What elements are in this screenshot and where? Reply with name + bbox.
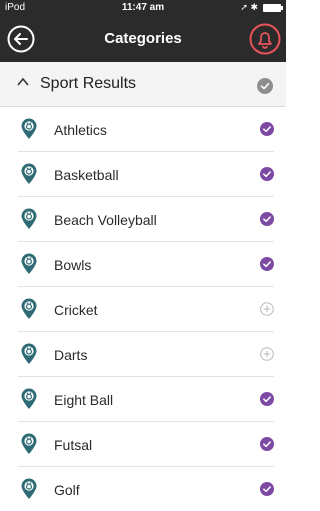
category-row[interactable]: Athletics [18, 107, 274, 152]
category-list: Athletics Basketball Beach Volleyball Bowls… [0, 107, 286, 511]
category-label: Futsal [54, 437, 93, 453]
battery-icon [263, 4, 283, 12]
map-pin-icon [21, 343, 37, 364]
category-label: Cricket [54, 302, 98, 318]
category-label: Darts [54, 347, 88, 363]
map-pin-icon [21, 433, 37, 454]
add-circle-icon[interactable] [260, 302, 274, 316]
check-circle-icon[interactable] [260, 122, 274, 136]
category-row[interactable]: Beach Volleyball [18, 197, 274, 242]
category-label: Athletics [54, 122, 107, 138]
category-row[interactable]: Golf [18, 467, 274, 511]
category-row[interactable]: Eight Ball [18, 377, 274, 422]
notifications-button[interactable] [249, 23, 281, 55]
category-label: Eight Ball [54, 392, 114, 408]
category-row[interactable]: Basketball [18, 152, 274, 197]
check-circle-icon[interactable] [260, 167, 274, 181]
check-circle-icon[interactable] [260, 437, 274, 451]
bell-icon [249, 23, 281, 55]
category-label: Bowls [54, 257, 92, 273]
check-circle-icon[interactable] [260, 257, 274, 271]
category-label: Basketball [54, 167, 119, 183]
category-label: Golf [54, 482, 80, 498]
category-row[interactable]: Bowls [18, 242, 274, 287]
check-circle-icon[interactable] [260, 482, 274, 496]
check-circle-icon[interactable] [257, 78, 273, 94]
map-pin-icon [21, 298, 37, 319]
map-pin-icon [21, 163, 37, 184]
section-header[interactable]: Sport Results [0, 62, 286, 107]
category-row[interactable]: Darts [18, 332, 274, 377]
nav-bar: Categories [0, 16, 286, 62]
map-pin-icon [21, 118, 37, 139]
category-row[interactable]: Futsal [18, 422, 274, 467]
location-bluetooth-icon: ➚ ✱ [240, 2, 258, 12]
add-circle-icon[interactable] [260, 347, 274, 361]
map-pin-icon [21, 208, 37, 229]
category-row[interactable]: Cricket [18, 287, 274, 332]
status-bar: iPod 11:47 am ➚ ✱ [0, 0, 286, 16]
check-circle-icon[interactable] [260, 212, 274, 226]
category-label: Beach Volleyball [54, 212, 157, 228]
page-title: Categories [104, 30, 182, 47]
check-circle-icon[interactable] [260, 392, 274, 406]
section-title: Sport Results [40, 75, 137, 92]
chevron-up-icon [17, 77, 29, 86]
map-pin-icon [21, 388, 37, 409]
map-pin-icon [21, 478, 37, 499]
map-pin-icon [21, 253, 37, 274]
